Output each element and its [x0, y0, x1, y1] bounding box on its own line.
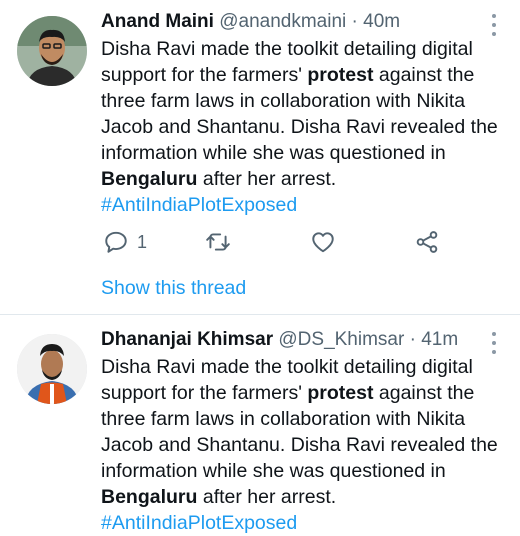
tweet-header: Anand Maini @anandkmaini · 40m — [101, 10, 400, 34]
share-button[interactable] — [414, 229, 440, 255]
reply-count: 1 — [137, 231, 148, 252]
more-icon[interactable] — [485, 332, 503, 354]
hashtag-link[interactable]: #AntiIndiaPlotExposed — [101, 194, 297, 216]
separator: · — [351, 11, 358, 32]
tweet-text-part: after her arrest. — [197, 486, 337, 508]
retweet-button[interactable] — [205, 229, 231, 255]
divider — [0, 314, 520, 315]
like-icon — [312, 232, 334, 253]
reply-button[interactable]: 1 — [103, 229, 147, 255]
tweet[interactable]: Anand Maini @anandkmaini · 40m Disha Rav… — [0, 10, 520, 310]
separator: · — [409, 329, 416, 350]
tweet-text: Disha Ravi made the toolkit detailing di… — [101, 36, 511, 218]
tweet-text-bold: Bengaluru — [101, 486, 198, 508]
author-handle[interactable]: @anandkmaini — [219, 11, 346, 32]
show-thread-link[interactable]: Show this thread — [101, 277, 246, 300]
reply-icon — [105, 231, 127, 253]
timestamp[interactable]: 40m — [363, 11, 400, 32]
like-button[interactable] — [310, 229, 336, 255]
tweet-text: Disha Ravi made the toolkit detailing di… — [101, 354, 511, 536]
tweet-text-part: after her arrest. — [197, 168, 337, 190]
tweet[interactable]: Dhananjai Khimsar @DS_Khimsar · 41m Dish… — [0, 328, 520, 534]
tweet-text-bold: Bengaluru — [101, 168, 198, 190]
avatar[interactable] — [17, 334, 87, 404]
timestamp[interactable]: 41m — [421, 329, 458, 350]
tweet-text-bold: protest — [307, 64, 374, 86]
author-name[interactable]: Dhananjai Khimsar — [101, 329, 273, 350]
share-icon — [416, 231, 438, 253]
tweet-actions: 1 — [101, 229, 461, 259]
author-handle[interactable]: @DS_Khimsar — [278, 329, 404, 350]
more-icon[interactable] — [485, 14, 503, 36]
tweet-text-bold: protest — [307, 382, 374, 404]
hashtag-link[interactable]: #AntiIndiaPlotExposed — [101, 512, 297, 534]
retweet-icon — [206, 233, 230, 251]
avatar[interactable] — [17, 16, 87, 86]
tweet-header: Dhananjai Khimsar @DS_Khimsar · 41m — [101, 328, 458, 352]
author-name[interactable]: Anand Maini — [101, 11, 214, 32]
